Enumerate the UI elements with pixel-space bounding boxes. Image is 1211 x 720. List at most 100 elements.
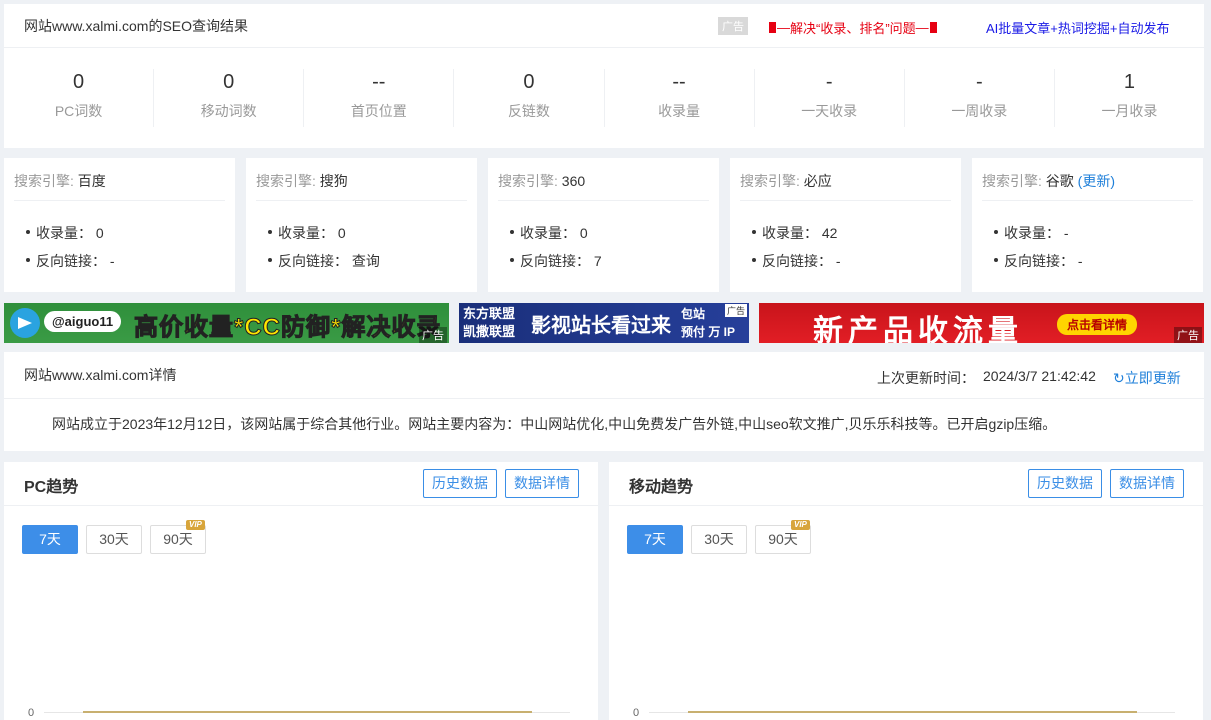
engine-backlink-row: 反向链接： - bbox=[994, 247, 1203, 275]
ad-banner-video-site[interactable]: 东方联盟 凯撒联盟 影视站长看过来 包站 预付 万 IP 广告 bbox=[459, 303, 749, 343]
bullet-icon bbox=[994, 258, 998, 263]
last-updated-label: 上次更新时间： bbox=[877, 370, 975, 386]
stat-label: 反链数 bbox=[507, 103, 550, 119]
range-7-days[interactable]: 7天 bbox=[22, 525, 78, 554]
engine-card-sogou: 搜索引擎: 搜狗 收录量： 0 反向链接： 查询 bbox=[246, 158, 477, 292]
engine-name: 搜狗 bbox=[319, 173, 348, 189]
ad-corner-tag: 广告 bbox=[1174, 327, 1202, 343]
banner-details-button[interactable]: 点击看详情 bbox=[1057, 314, 1138, 335]
engine-key-label: 搜索引擎: bbox=[982, 173, 1042, 189]
data-details-button[interactable]: 数据详情 bbox=[505, 469, 579, 498]
engine-indexed-row: 收录量： 42 bbox=[752, 219, 961, 247]
engine-key-label: 搜索引擎: bbox=[14, 173, 74, 189]
ad-corner-tag: 广告 bbox=[724, 304, 747, 317]
stat-day-indexed: - 一天收录 bbox=[755, 69, 905, 127]
ad-link-red[interactable]: — 解决“收录、排名”问题 — bbox=[768, 18, 938, 37]
engine-card-360: 搜索引擎: 360 收录量： 0 反向链接： 7 bbox=[488, 158, 719, 292]
backlink-label: 反向链接： bbox=[1004, 253, 1074, 269]
indexed-label: 收录量： bbox=[36, 225, 92, 241]
engine-card-baidu: 搜索引擎: 百度 收录量： 0 反向链接： - bbox=[4, 158, 235, 292]
backlink-query-link[interactable]: 查询 bbox=[352, 253, 380, 269]
bullet-icon bbox=[268, 258, 272, 263]
stat-value: - bbox=[975, 71, 983, 93]
engine-header: 搜索引擎: 360 bbox=[498, 158, 709, 201]
stat-label: 收录量 bbox=[658, 103, 701, 119]
engine-backlink-row: 反向链接： 查询 bbox=[268, 247, 477, 275]
backlink-value: 7 bbox=[593, 253, 602, 269]
bullet-icon bbox=[510, 258, 514, 263]
last-updated-time: 2024/3/7 21:42:42 bbox=[983, 368, 1096, 384]
pc-trend-chart: 0 bbox=[28, 707, 570, 719]
engine-indexed-row: 收录量： 0 bbox=[26, 219, 235, 247]
engine-card-bing: 搜索引擎: 必应 收录量： 42 反向链接： - bbox=[730, 158, 961, 292]
indexed-value: 0 bbox=[579, 225, 588, 241]
engine-key-label: 搜索引擎: bbox=[256, 173, 316, 189]
stat-label: 一天收录 bbox=[801, 103, 858, 119]
data-details-button[interactable]: 数据详情 bbox=[1110, 469, 1184, 498]
vip-badge: VIP bbox=[186, 520, 205, 530]
ad-banner-cc-defense[interactable]: @aiguo11 高价收量*CC防御*解决收录 广告 bbox=[4, 303, 449, 343]
indexed-value: 0 bbox=[337, 225, 346, 241]
banner-line: 东方联盟 bbox=[463, 306, 516, 321]
backlink-label: 反向链接： bbox=[762, 253, 832, 269]
banner-text: 影视站长看过来 bbox=[531, 315, 671, 337]
trend-title: PC趋势 bbox=[24, 479, 79, 496]
engine-header: 搜索引擎: 谷歌 (更新) bbox=[982, 158, 1193, 201]
stat-week-indexed: - 一周收录 bbox=[905, 69, 1055, 127]
refresh-now-link[interactable]: ↻立即更新 bbox=[1113, 368, 1181, 388]
indexed-label: 收录量： bbox=[762, 225, 818, 241]
engine-name: 必应 bbox=[803, 173, 832, 189]
refresh-label: 立即更新 bbox=[1124, 370, 1181, 386]
backlink-label: 反向链接： bbox=[278, 253, 348, 269]
stat-label: PC词数 bbox=[54, 103, 103, 119]
stats-row: 0 PC词数 0 移动词数 -- 首页位置 0 反链数 -- 收录量 - 一天收录 - 一周收… bbox=[4, 48, 1204, 148]
bullet-icon bbox=[994, 230, 998, 235]
trend-title: 移动趋势 bbox=[629, 479, 694, 496]
bullet-icon bbox=[510, 230, 514, 235]
detail-header: 网站www.xalmi.com详情 上次更新时间： 2024/3/7 21:42… bbox=[4, 352, 1204, 399]
ad-link-blue[interactable]: AI批量文章+热词挖掘+自动发布 bbox=[986, 18, 1169, 37]
y-tick-label: 0 bbox=[633, 707, 639, 719]
engine-key-label: 搜索引擎: bbox=[498, 173, 558, 189]
stat-value: 0 bbox=[223, 71, 235, 93]
indexed-label: 收录量： bbox=[1004, 225, 1060, 241]
range-7-days[interactable]: 7天 bbox=[627, 525, 683, 554]
stat-label: 一周收录 bbox=[951, 103, 1008, 119]
engine-header: 搜索引擎: 搜狗 bbox=[256, 158, 467, 201]
history-data-button[interactable]: 历史数据 bbox=[423, 469, 497, 498]
history-data-button[interactable]: 历史数据 bbox=[1028, 469, 1102, 498]
banner-line: 预付 万 IP bbox=[681, 325, 736, 339]
red-square-icon bbox=[929, 22, 937, 33]
backlink-value: - bbox=[109, 253, 115, 269]
ad-corner-tag: 广告 bbox=[419, 327, 447, 343]
indexed-label: 收录量： bbox=[278, 225, 334, 241]
engine-name: 360 bbox=[561, 173, 586, 189]
banner-handle: @aiguo11 bbox=[44, 311, 122, 332]
engine-update-link[interactable]: (更新) bbox=[1078, 173, 1115, 189]
range-30-days[interactable]: 30天 bbox=[691, 525, 747, 554]
trend-header: 移动趋势 历史数据 数据详情 bbox=[609, 462, 1203, 506]
ad-banner-new-product[interactable]: 新产品收流量 点击看详情 广告 bbox=[759, 303, 1204, 343]
mobile-trend-chart: 0 bbox=[633, 707, 1175, 719]
mobile-trend-panel: 移动趋势 历史数据 数据详情 7天 30天 90天 VIP 0 bbox=[609, 462, 1203, 720]
banner-left-text: 东方联盟 凯撒联盟 bbox=[463, 305, 515, 341]
indexed-value: 42 bbox=[821, 225, 838, 241]
engine-key-label: 搜索引擎: bbox=[740, 173, 800, 189]
stat-home-position: -- 首页位置 bbox=[304, 69, 455, 127]
range-30-days[interactable]: 30天 bbox=[86, 525, 142, 554]
engine-indexed-row: 收录量： 0 bbox=[510, 219, 719, 247]
stat-value: 0 bbox=[73, 71, 85, 93]
seo-summary-panel: 网站www.xalmi.com的SEO查询结果 广告 — 解决“收录、排名”问题 —… bbox=[4, 4, 1204, 148]
engine-backlink-row: 反向链接： - bbox=[26, 247, 235, 275]
stat-indexed: -- 收录量 bbox=[605, 69, 755, 127]
stat-value: -- bbox=[372, 71, 386, 93]
trend-header: PC趋势 历史数据 数据详情 bbox=[4, 462, 598, 506]
summary-title: 网站www.xalmi.com的SEO查询结果 bbox=[24, 17, 249, 34]
engine-header: 搜索引擎: 必应 bbox=[740, 158, 951, 201]
stat-value: - bbox=[825, 71, 833, 93]
engine-backlink-row: 反向链接： - bbox=[752, 247, 961, 275]
stat-label: 一月收录 bbox=[1101, 103, 1158, 119]
detail-title: 网站www.xalmi.com详情 bbox=[24, 367, 177, 383]
backlink-value: - bbox=[1077, 253, 1083, 269]
bullet-icon bbox=[26, 230, 30, 235]
